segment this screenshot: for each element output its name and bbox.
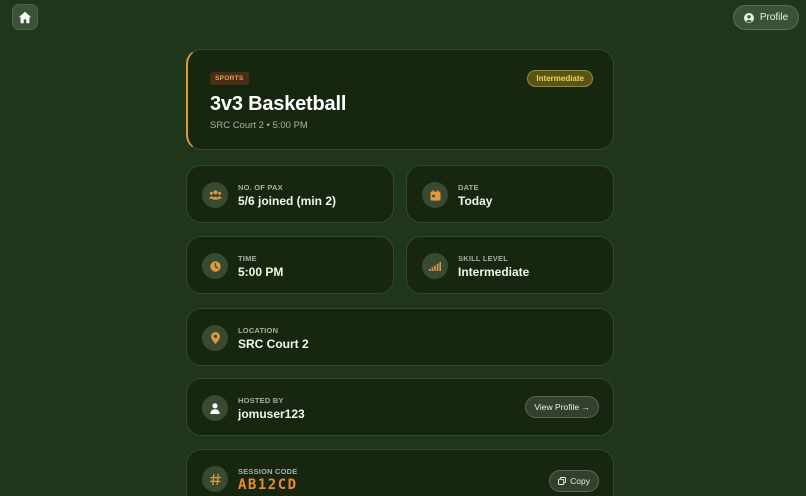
home-icon bbox=[18, 11, 32, 23]
time-label: TIME bbox=[238, 254, 257, 263]
copy-icon bbox=[558, 477, 567, 485]
skill-level-value: Intermediate bbox=[458, 265, 530, 279]
skill-level-label: SKILL LEVEL bbox=[458, 254, 508, 263]
copy-label: Copy bbox=[570, 476, 590, 486]
user-icon bbox=[202, 395, 228, 421]
time-card: TIME 5:00 PM bbox=[186, 236, 394, 294]
category-tag: SPORTS bbox=[210, 72, 249, 85]
host-card: HOSTED BY jomuser123 View Profile → bbox=[186, 378, 614, 436]
view-profile-label: View Profile → bbox=[534, 402, 590, 412]
skill-level-badge: Intermediate bbox=[527, 70, 593, 87]
time-value: 5:00 PM bbox=[238, 265, 284, 279]
host-value: jomuser123 bbox=[238, 407, 305, 421]
location-label: LOCATION bbox=[238, 326, 279, 335]
date-label: DATE bbox=[458, 183, 479, 192]
date-card: DATE Today bbox=[406, 165, 614, 223]
map-pin-icon bbox=[202, 325, 228, 351]
pax-value: 5/6 joined (min 2) bbox=[238, 194, 337, 208]
clock-icon bbox=[202, 253, 228, 279]
session-code-card: SESSION CODE AB12CD Copy bbox=[186, 449, 614, 496]
profile-label: Profile bbox=[759, 12, 789, 23]
event-title: 3v3 Basketball bbox=[210, 93, 347, 115]
group-icon bbox=[202, 182, 228, 208]
profile-button[interactable]: Profile bbox=[733, 5, 799, 30]
host-label: HOSTED BY bbox=[238, 396, 284, 405]
hash-icon bbox=[202, 466, 228, 492]
location-card: LOCATION SRC Court 2 bbox=[186, 308, 614, 366]
event-subtitle: SRC Court 2 • 5:00 PM bbox=[210, 120, 308, 131]
event-header-card: SPORTS Intermediate 3v3 Basketball SRC C… bbox=[186, 49, 614, 150]
pax-card: NO. OF PAX 5/6 joined (min 2) bbox=[186, 165, 394, 223]
calendar-icon bbox=[422, 182, 448, 208]
copy-button[interactable]: Copy bbox=[549, 470, 599, 492]
pax-label: NO. OF PAX bbox=[238, 183, 283, 192]
signal-bars-icon bbox=[422, 253, 448, 279]
user-circle-icon bbox=[743, 12, 754, 23]
view-profile-button[interactable]: View Profile → bbox=[525, 396, 599, 418]
session-code-label: SESSION CODE bbox=[238, 467, 298, 476]
location-value: SRC Court 2 bbox=[238, 337, 309, 351]
skill-level-card: SKILL LEVEL Intermediate bbox=[406, 236, 614, 294]
date-value: Today bbox=[458, 194, 493, 208]
home-button[interactable] bbox=[12, 4, 38, 30]
session-code-value: AB12CD bbox=[238, 477, 298, 493]
